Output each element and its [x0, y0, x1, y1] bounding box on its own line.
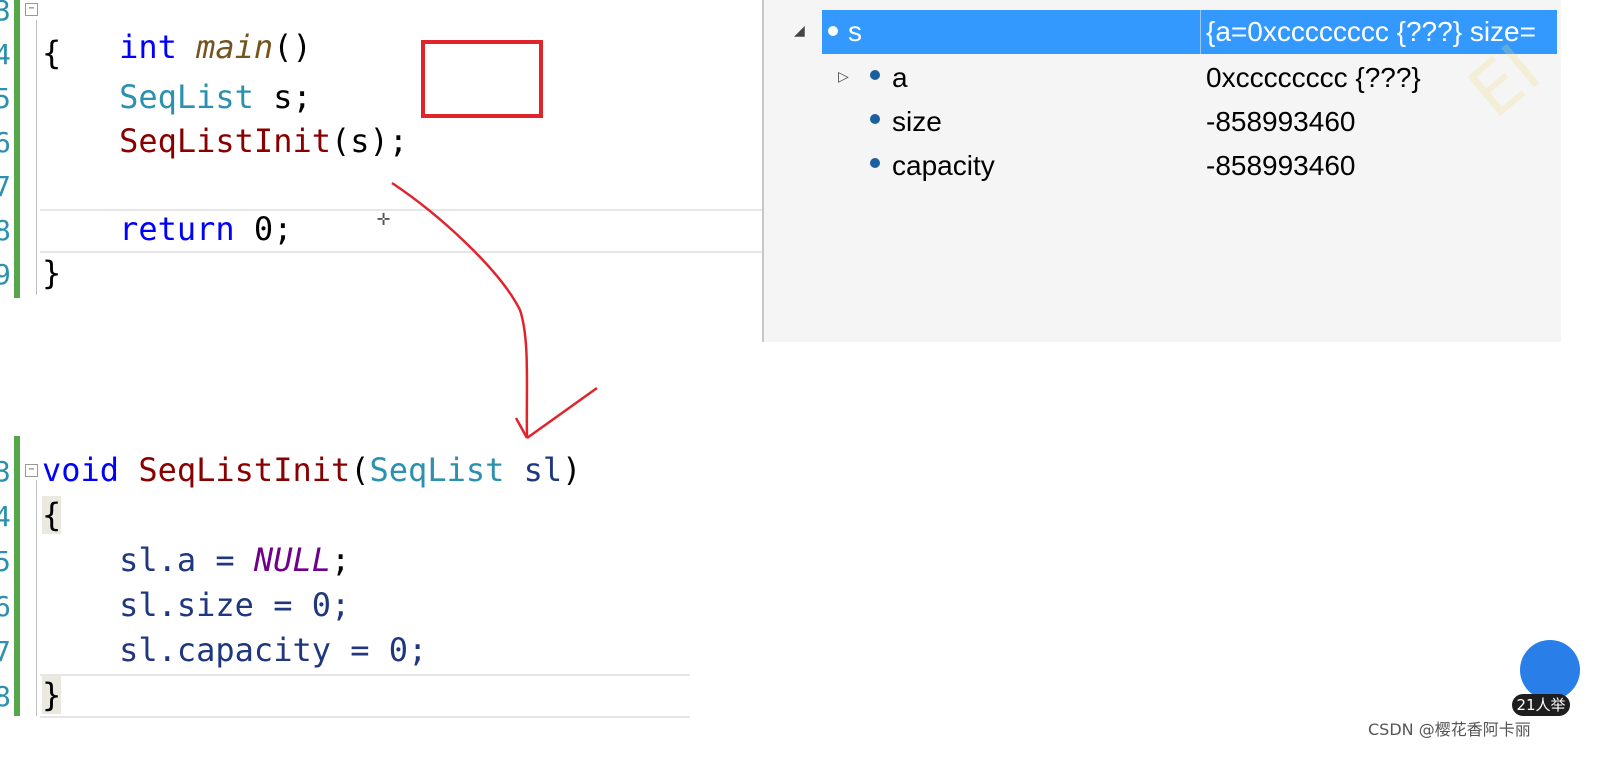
- line-number: 4: [0, 500, 11, 533]
- line-number: 6: [0, 590, 11, 623]
- current-line-highlight: [40, 674, 690, 718]
- brace-match: {: [42, 496, 62, 534]
- brace-match: }: [42, 676, 62, 714]
- code-line[interactable]: sl.capacity = 0;: [42, 631, 427, 669]
- code-token: sl.capacity = 0;: [119, 631, 428, 669]
- type-name: SeqList: [369, 451, 505, 489]
- parameter-name: sl: [504, 451, 563, 489]
- code-token: sl.a =: [119, 541, 254, 579]
- line-number: 8: [0, 680, 11, 713]
- function-name: SeqListInit: [119, 451, 351, 489]
- code-token: sl.size = 0;: [119, 586, 351, 624]
- fold-line-bottom: [36, 480, 37, 716]
- code-line[interactable]: {: [42, 496, 62, 534]
- code-line[interactable]: sl.a = NULL;: [42, 541, 350, 579]
- raise-hand-button[interactable]: [1520, 640, 1580, 700]
- fold-toggle-seqlistinit[interactable]: −: [25, 464, 38, 477]
- code-token: (: [350, 451, 370, 489]
- code-line[interactable]: void SeqListInit(SeqList sl): [42, 451, 581, 489]
- code-token: ;: [330, 541, 351, 579]
- source-watermark: CSDN @樱花香阿卡丽: [1368, 720, 1531, 739]
- code-line[interactable]: }: [42, 676, 62, 714]
- change-bar-bottom: [14, 436, 20, 716]
- line-number: 3: [0, 455, 11, 488]
- macro-name: NULL: [253, 541, 331, 579]
- line-number: 7: [0, 635, 11, 668]
- keyword: void: [42, 451, 120, 489]
- code-line[interactable]: sl.size = 0;: [42, 586, 350, 624]
- hand-count-badge: 21人举: [1512, 694, 1570, 716]
- code-token: ): [562, 451, 582, 489]
- line-number: 5: [0, 545, 11, 578]
